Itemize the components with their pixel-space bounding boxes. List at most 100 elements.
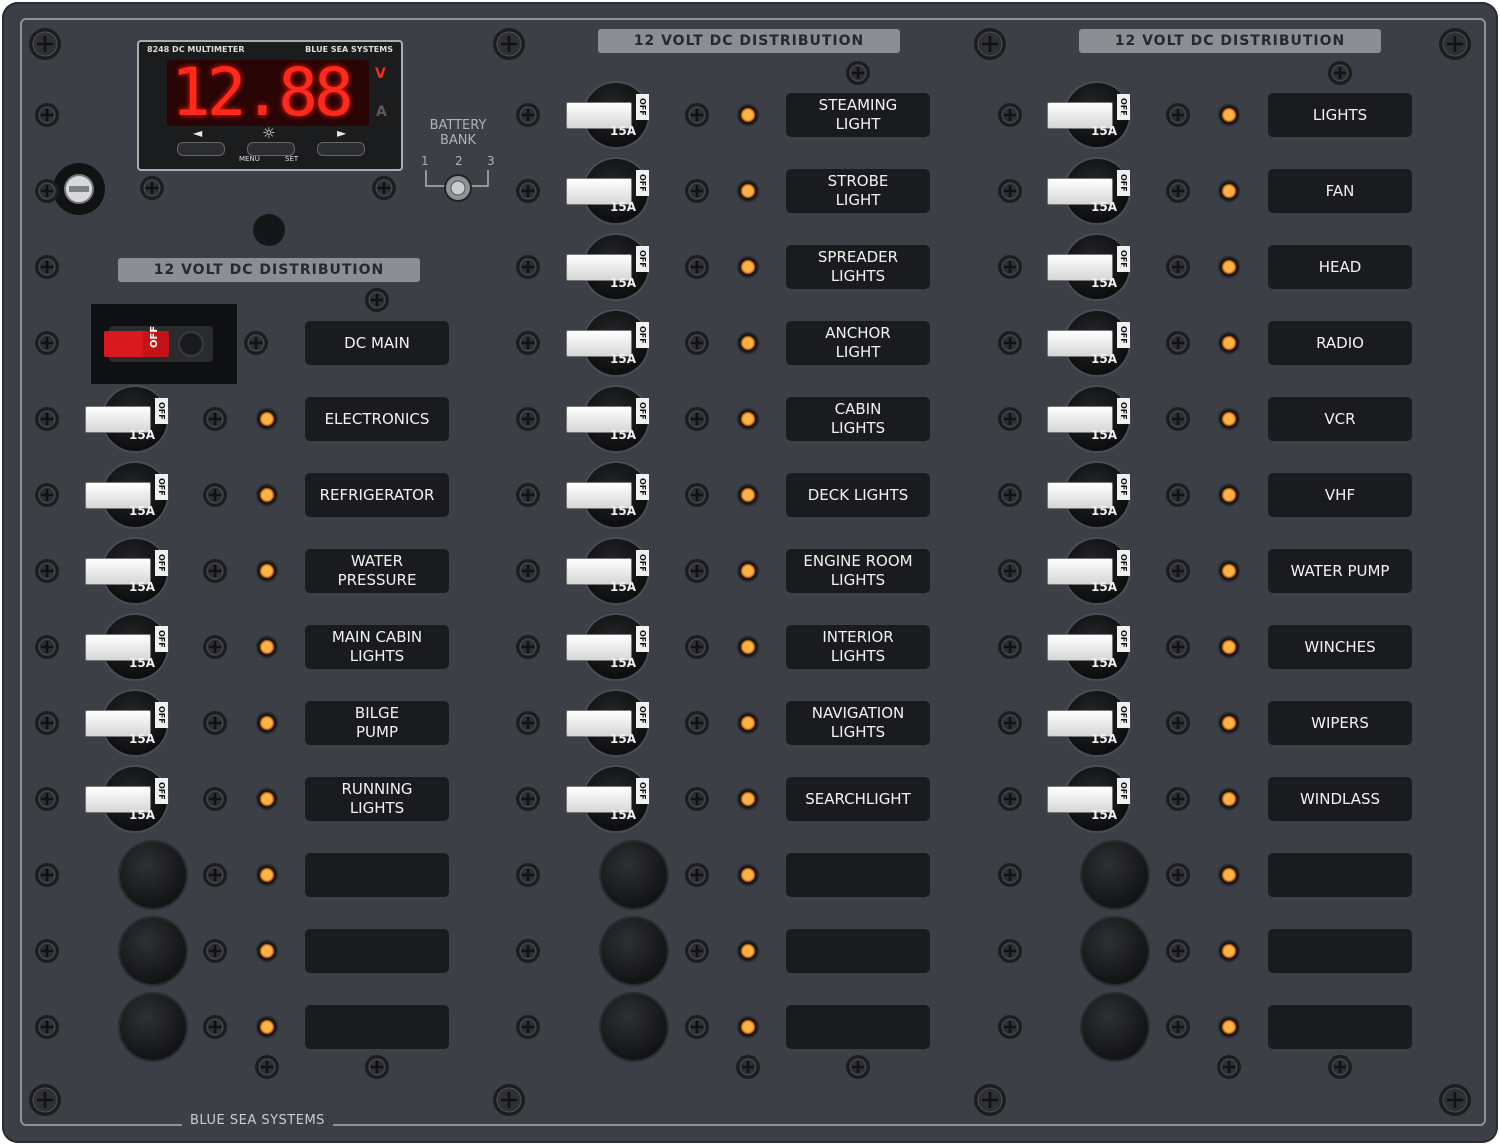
- circuit-breaker[interactable]: OFF 15A: [85, 460, 185, 530]
- indicator-led: [1217, 407, 1241, 431]
- battery-bank-switch[interactable]: [418, 166, 498, 216]
- circuit-breaker[interactable]: OFF 15A: [1047, 536, 1147, 606]
- right-arrow-icon: ►: [337, 126, 347, 140]
- screw-icon: [1327, 60, 1353, 86]
- circuit-breaker[interactable]: OFF 15A: [1047, 460, 1147, 530]
- mount-screw-icon: [515, 710, 541, 736]
- circuit-breaker[interactable]: OFF 15A: [1047, 612, 1147, 682]
- circuit-breaker[interactable]: OFF 15A: [1047, 232, 1147, 302]
- dc-main-breaker[interactable]: OFF: [91, 304, 237, 384]
- circuit-breaker[interactable]: OFF 15A: [566, 232, 666, 302]
- indicator-led: [255, 711, 279, 735]
- indicator-led: [255, 787, 279, 811]
- blank-breaker-plug: [120, 842, 186, 908]
- circuit-breaker[interactable]: OFF 15A: [566, 156, 666, 226]
- left-arrow-icon: ◄: [193, 126, 203, 140]
- key-lock-icon[interactable]: [52, 162, 106, 216]
- breaker-screw-icon: [684, 710, 710, 736]
- circuit-label: ENGINE ROOM LIGHTS: [786, 549, 930, 593]
- mount-screw-icon: [34, 102, 60, 128]
- mount-screw-icon: [34, 634, 60, 660]
- breaker-screw-icon: [202, 558, 228, 584]
- circuit-breaker[interactable]: OFF 15A: [566, 308, 666, 378]
- blank-label: [786, 929, 930, 973]
- circuit-breaker[interactable]: OFF 15A: [566, 688, 666, 758]
- circuit-breaker[interactable]: OFF 15A: [566, 536, 666, 606]
- blank-breaker-plug: [601, 842, 667, 908]
- blank-breaker-plug: [1082, 994, 1148, 1060]
- mount-screw-icon: [997, 786, 1023, 812]
- circuit-breaker[interactable]: OFF 15A: [85, 384, 185, 454]
- indicator-led: [736, 103, 760, 127]
- screw-icon: [364, 287, 390, 313]
- indicator-led: [736, 407, 760, 431]
- circuit-breaker[interactable]: OFF 15A: [566, 460, 666, 530]
- circuit-breaker[interactable]: OFF 15A: [566, 764, 666, 834]
- breaker-screw-icon: [202, 1014, 228, 1040]
- circuit-breaker[interactable]: OFF 15A: [85, 688, 185, 758]
- indicator-led: [1217, 787, 1241, 811]
- indicator-led: [1217, 1015, 1241, 1039]
- circuit-label: INTERIOR LIGHTS: [786, 625, 930, 669]
- mount-screw-icon: [34, 710, 60, 736]
- circuit-label: FAN: [1268, 169, 1412, 213]
- indicator-led: [736, 1015, 760, 1039]
- breaker-screw-icon: [202, 710, 228, 736]
- breaker-screw-icon: [1165, 786, 1191, 812]
- circuit-label: SPREADER LIGHTS: [786, 245, 930, 289]
- meter-center-button[interactable]: [247, 142, 295, 156]
- circuit-breaker[interactable]: OFF 15A: [566, 612, 666, 682]
- voltage-display: 12.88: [167, 60, 369, 126]
- blank-breaker-plug: [601, 994, 667, 1060]
- circuit-breaker[interactable]: OFF 15A: [85, 612, 185, 682]
- blank-label: [1268, 853, 1412, 897]
- circuit-label: RUNNING LIGHTS: [305, 777, 449, 821]
- mount-screw-icon: [997, 406, 1023, 432]
- circuit-breaker[interactable]: OFF 15A: [566, 80, 666, 150]
- breaker-screw-icon: [1165, 482, 1191, 508]
- meter-left-button[interactable]: [177, 142, 225, 156]
- circuit-breaker[interactable]: OFF 15A: [85, 764, 185, 834]
- circuit-label: CABIN LIGHTS: [786, 397, 930, 441]
- mount-screw-icon: [515, 482, 541, 508]
- circuit-label: VCR: [1268, 397, 1412, 441]
- breaker-screw-icon: [684, 862, 710, 888]
- breaker-screw-icon: [1165, 254, 1191, 280]
- indicator-led: [255, 559, 279, 583]
- blank-breaker-plug: [120, 994, 186, 1060]
- screw-icon: [371, 175, 397, 201]
- mount-screw-icon: [34, 558, 60, 584]
- meter-right-button[interactable]: [317, 142, 365, 156]
- breaker-screw-icon: [1165, 558, 1191, 584]
- screw-icon: [735, 1054, 761, 1080]
- circuit-breaker[interactable]: OFF 15A: [1047, 688, 1147, 758]
- screw-icon: [492, 1083, 526, 1117]
- circuit-breaker[interactable]: OFF 15A: [85, 536, 185, 606]
- breaker-screw-icon: [1165, 178, 1191, 204]
- blank-breaker-plug: [601, 918, 667, 984]
- circuit-label: REFRIGERATOR: [305, 473, 449, 517]
- indicator-led: [1217, 711, 1241, 735]
- circuit-breaker[interactable]: OFF 15A: [1047, 308, 1147, 378]
- circuit-breaker[interactable]: OFF 15A: [1047, 156, 1147, 226]
- indicator-led: [1217, 863, 1241, 887]
- breaker-screw-icon: [684, 254, 710, 280]
- mount-screw-icon: [997, 634, 1023, 660]
- battery-bank-label: BATTERY BANK: [429, 118, 487, 148]
- circuit-breaker[interactable]: OFF 15A: [566, 384, 666, 454]
- indicator-led: [736, 559, 760, 583]
- indicator-led: [255, 407, 279, 431]
- circuit-label: ANCHOR LIGHT: [786, 321, 930, 365]
- mount-screw-icon: [515, 558, 541, 584]
- circuit-label: MAIN CABIN LIGHTS: [305, 625, 449, 669]
- circuit-breaker[interactable]: OFF 15A: [1047, 80, 1147, 150]
- mount-screw-icon: [515, 862, 541, 888]
- mount-screw-icon: [997, 178, 1023, 204]
- circuit-breaker[interactable]: OFF 15A: [1047, 384, 1147, 454]
- breaker-screw-icon: [1165, 862, 1191, 888]
- indicator-led: [255, 1015, 279, 1039]
- circuit-breaker[interactable]: OFF 15A: [1047, 764, 1147, 834]
- mount-screw-icon: [34, 330, 60, 356]
- blank-label: [305, 929, 449, 973]
- mount-screw-icon: [34, 938, 60, 964]
